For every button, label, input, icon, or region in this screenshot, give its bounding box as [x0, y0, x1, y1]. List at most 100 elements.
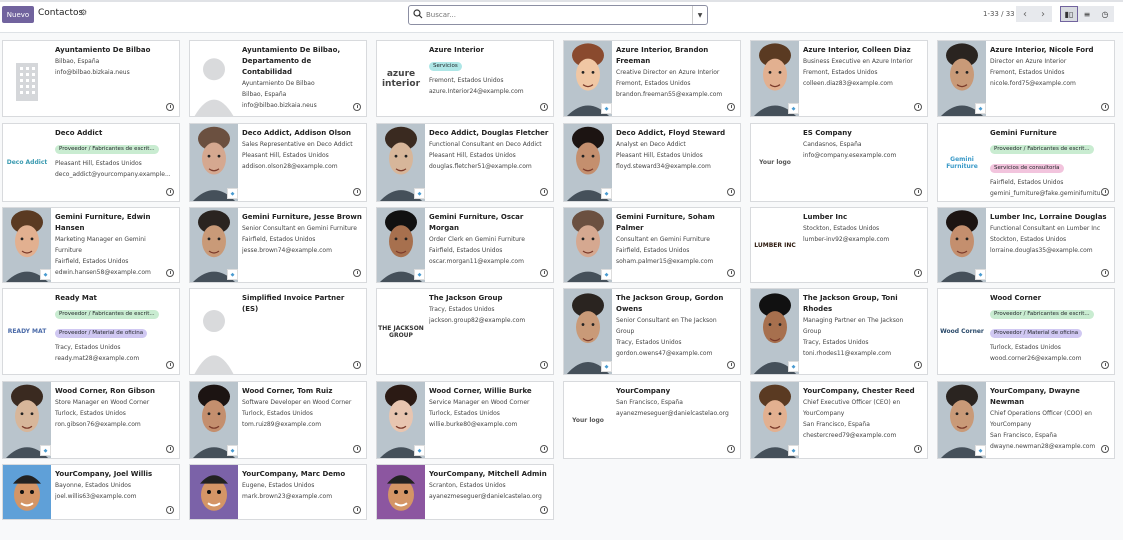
contact-card[interactable]: Simplified Invoice Partner (ES): [189, 288, 367, 375]
activity-clock-icon[interactable]: [540, 269, 548, 277]
activity-clock-icon[interactable]: [166, 506, 174, 514]
contact-card[interactable]: Lumber Inc, Lorraine Douglas Functional C…: [937, 207, 1115, 283]
pager-value[interactable]: 1-33 / 33: [983, 10, 1015, 18]
activity-clock-icon[interactable]: [727, 445, 735, 453]
contact-card[interactable]: Gemini Furniture, Soham Palmer Consultant…: [563, 207, 741, 283]
contact-detail-line: Consultant en Gemini Furniture: [616, 236, 710, 243]
company-mini-logo-icon: ◆: [788, 361, 799, 372]
company-mini-logo-icon: ◆: [601, 269, 612, 280]
contact-card[interactable]: Wood Corner Wood Corner Proveedor / Fabric…: [937, 288, 1115, 375]
contact-card[interactable]: The Jackson Group, Gordon Owens Senior Co…: [563, 288, 741, 375]
new-button[interactable]: Nuevo: [2, 6, 34, 23]
activity-clock-icon[interactable]: [540, 361, 548, 369]
activity-clock-icon[interactable]: [914, 188, 922, 196]
kanban-icon: ▮▯: [1064, 9, 1074, 19]
activity-clock-icon[interactable]: [353, 188, 361, 196]
contact-card[interactable]: The Jackson Group, Toni Rhodes Managing P…: [750, 288, 928, 375]
contact-card[interactable]: Your logo YourCompany San Francisco, Españ…: [563, 381, 741, 459]
contact-card[interactable]: Azure Interior, Brandon Freeman Creative …: [563, 40, 741, 117]
contact-card[interactable]: Wood Corner, Tom Ruiz Software Developer …: [189, 381, 367, 459]
contact-card[interactable]: YourCompany, Chester Reed Chief Executive…: [750, 381, 928, 459]
contact-card[interactable]: Deco Addict, Douglas Fletcher Functional …: [376, 123, 554, 202]
search-options-toggle[interactable]: ▼: [692, 6, 707, 24]
contact-card[interactable]: azure interior Azure Interior Servicios Fre…: [376, 40, 554, 117]
search-input[interactable]: [426, 8, 688, 22]
contact-card[interactable]: Deco Addict, Floyd Steward Analyst en Dec…: [563, 123, 741, 202]
company-mini-logo-icon: ◆: [40, 269, 51, 280]
activity-clock-icon[interactable]: [1101, 269, 1109, 277]
pager-next-button[interactable]: ›: [1034, 6, 1052, 22]
activity-clock-icon[interactable]: [166, 188, 174, 196]
contact-card[interactable]: Wood Corner, Ron Gibson Store Manager en …: [2, 381, 180, 459]
activity-clock-icon[interactable]: [353, 103, 361, 111]
contact-thumbnail: [3, 41, 51, 116]
contact-detail-line: soham.palmer15@example.com: [616, 258, 714, 265]
contact-detail-line: Fremont, Estados Unidos: [990, 69, 1065, 76]
category-tag: Servicios: [429, 62, 462, 71]
contact-name: Deco Addict: [55, 129, 103, 137]
activity-clock-icon[interactable]: [1101, 361, 1109, 369]
company-mini-logo-icon: ◆: [601, 361, 612, 372]
activity-clock-icon[interactable]: [1101, 103, 1109, 111]
contact-info: Ready Mat Proveedor / Fabricantes de escr…: [55, 293, 175, 364]
activity-clock-icon[interactable]: [353, 269, 361, 277]
activity-clock-icon[interactable]: [727, 103, 735, 111]
contact-card[interactable]: YourCompany, Mitchell Admin Scranton, Est…: [376, 464, 554, 520]
contact-card[interactable]: Deco Addict Deco Addict Proveedor / Fabric…: [2, 123, 180, 202]
activity-clock-icon[interactable]: [353, 445, 361, 453]
activity-clock-icon[interactable]: [166, 361, 174, 369]
contact-card[interactable]: Azure Interior, Nicole Ford Director en A…: [937, 40, 1115, 117]
activity-clock-icon[interactable]: [353, 506, 361, 514]
activity-clock-icon[interactable]: [1101, 188, 1109, 196]
contact-name: Gemini Furniture: [990, 129, 1057, 137]
activity-clock-icon[interactable]: [540, 103, 548, 111]
activity-clock-icon[interactable]: [353, 361, 361, 369]
activity-clock-icon[interactable]: [166, 269, 174, 277]
list-view-button[interactable]: ≡: [1078, 6, 1096, 22]
contact-card[interactable]: READY MAT Ready Mat Proveedor / Fabricante…: [2, 288, 180, 375]
contact-card[interactable]: LUMBER INC Lumber Inc Stockton, Estados Un…: [750, 207, 928, 283]
activity-clock-icon[interactable]: [914, 445, 922, 453]
contact-card[interactable]: YourCompany, Joel Willis Bayonne, Estados…: [2, 464, 180, 520]
contact-card[interactable]: Gemini Furniture Gemini Furniture Proveedo…: [937, 123, 1115, 202]
company-mini-logo-icon: ◆: [227, 445, 238, 456]
person-silhouette-icon: [190, 289, 238, 374]
activity-clock-icon[interactable]: [1101, 445, 1109, 453]
contact-card[interactable]: Wood Corner, Willie Burke Service Manager…: [376, 381, 554, 459]
contact-card[interactable]: Gemini Furniture, Oscar Morgan Order Cler…: [376, 207, 554, 283]
activity-clock-icon[interactable]: [540, 445, 548, 453]
contact-card[interactable]: Ayuntamiento De Bilbao, Departamento de …: [189, 40, 367, 117]
activity-view-button[interactable]: ◷: [1096, 6, 1114, 22]
contact-detail-line: joel.willis63@example.com: [55, 493, 137, 500]
contact-card[interactable]: YourCompany, Marc Demo Eugene, Estados Un…: [189, 464, 367, 520]
contact-detail-line: Sales Representative en Deco Addict: [242, 141, 353, 148]
activity-clock-icon[interactable]: [727, 188, 735, 196]
activity-clock-icon[interactable]: [914, 361, 922, 369]
contact-thumbnail: [190, 41, 238, 116]
contact-name: Azure Interior: [429, 46, 484, 54]
activity-clock-icon[interactable]: [540, 506, 548, 514]
activity-clock-icon[interactable]: [914, 269, 922, 277]
contact-detail-line: oscar.morgan11@example.com: [429, 258, 524, 265]
gear-icon[interactable]: ⚙: [80, 8, 87, 17]
kanban-view-button[interactable]: ▮▯: [1060, 6, 1078, 22]
pager-previous-button[interactable]: ‹: [1016, 6, 1034, 22]
contact-card[interactable]: Gemini Furniture, Edwin Hansen Marketing …: [2, 207, 180, 283]
contact-card[interactable]: Deco Addict, Addison Olson Sales Represen…: [189, 123, 367, 202]
activity-clock-icon[interactable]: [727, 269, 735, 277]
category-tag: Proveedor / Fabricantes de escrit...: [55, 145, 159, 154]
contact-card[interactable]: Ayuntamiento De Bilbao Bilbao, España info…: [2, 40, 180, 117]
contact-card[interactable]: Gemini Furniture, Jesse Brown Senior Cons…: [189, 207, 367, 283]
activity-clock-icon[interactable]: [166, 103, 174, 111]
contact-detail-line: Fairfield, Estados Unidos: [990, 179, 1064, 186]
contact-info: YourCompany San Francisco, España ayanezme…: [616, 386, 736, 419]
contact-detail-line: info@bilbao.bizkaia.neus: [55, 69, 130, 76]
activity-clock-icon[interactable]: [166, 445, 174, 453]
activity-clock-icon[interactable]: [540, 188, 548, 196]
activity-clock-icon[interactable]: [727, 361, 735, 369]
activity-clock-icon[interactable]: [914, 103, 922, 111]
contact-card[interactable]: Your logo ES Company Candasnos, España info…: [750, 123, 928, 202]
contact-card[interactable]: YourCompany, Dwayne Newman Chief Operatio…: [937, 381, 1115, 459]
contact-card[interactable]: Azure Interior, Colleen Diaz Business Exe…: [750, 40, 928, 117]
contact-card[interactable]: THE JACKSON GROUP The Jackson Group Tracy,…: [376, 288, 554, 375]
